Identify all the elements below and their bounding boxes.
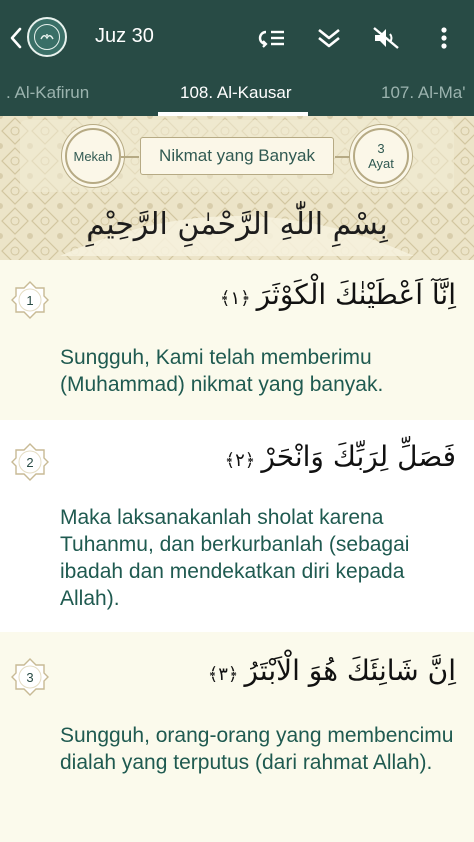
ayah-number-badge: 2: [10, 442, 50, 482]
ayah-card[interactable]: 3 اِنَّ شَانِئَكَ هُوَ الْاَبْتَرُ﴿٣﴾ Su…: [0, 632, 474, 842]
tab-al-kafirun[interactable]: . Al-Kafirun: [6, 83, 89, 103]
scroll-down-icon: [318, 28, 340, 48]
ayah-number: 3: [26, 669, 34, 685]
ayah-arabic-text: اِنَّآ اَعْطَيْنٰكَ الْكَوْثَرَ: [256, 278, 456, 311]
ayat-count-badge: 3 Ayat: [353, 128, 409, 184]
ayah-arabic: فَصَلِّ لِرَبِّكَ وَانْحَرْ﴿٢﴾: [219, 440, 456, 473]
tab-al-kausar[interactable]: 108. Al-Kausar: [180, 83, 292, 103]
ayah-translation: Sungguh, Kami telah memberimu (Muhammad)…: [60, 346, 384, 396]
revelation-place: Mekah: [73, 148, 113, 164]
ayah-number: 2: [26, 454, 34, 470]
surah-meaning-box: Nikmat yang Banyak: [121, 137, 353, 175]
tab-al-maun[interactable]: 107. Al-Ma': [381, 83, 466, 103]
ayah-number: 1: [26, 292, 34, 308]
ayah-number-badge: 3: [10, 657, 50, 697]
ayah-end-mark: ﴿٣﴾: [207, 664, 239, 685]
ayah-arabic: اِنَّ شَانِئَكَ هُوَ الْاَبْتَرُ﴿٣﴾: [202, 654, 456, 687]
ayah-translation: Sungguh, orang-orang yang membencimu dia…: [60, 724, 454, 774]
ayah-end-mark: ﴿٢﴾: [224, 450, 256, 471]
ayah-arabic-text: فَصَلِّ لِرَبِّكَ وَانْحَرْ: [261, 440, 456, 473]
ayah-arabic-text: اِنَّ شَانِئَكَ هُوَ الْاَبْتَرُ: [244, 654, 456, 687]
ayah-card[interactable]: 2 فَصَلِّ لِرَبِّكَ وَانْحَرْ﴿٢﴾ Maka la…: [0, 420, 474, 632]
repeat-list-button[interactable]: [254, 22, 288, 54]
repeat-list-icon: [258, 30, 284, 48]
app-bar: Juz 30: [0, 0, 474, 76]
back-icon: [10, 27, 22, 49]
more-button[interactable]: [427, 22, 461, 54]
more-icon: [441, 27, 447, 49]
scroll-down-button[interactable]: [312, 22, 346, 54]
revelation-place-badge: Mekah: [65, 128, 121, 184]
mute-button[interactable]: [369, 22, 403, 54]
ayah-translation: Maka laksanakanlah sholat karena Tuhanmu…: [60, 506, 410, 610]
basmala: بِسْمِ اللّٰهِ الرَّحْمٰنِ الرَّحِيْمِ: [86, 206, 388, 242]
page-title: Juz 30: [95, 25, 154, 47]
quran-logo-emblem: [34, 24, 60, 50]
back-button[interactable]: [4, 22, 28, 54]
ayah-end-mark: ﴿١﴾: [219, 288, 251, 309]
surah-meaning: Nikmat yang Banyak: [159, 146, 315, 165]
ayah-card[interactable]: 1 اِنَّآ اَعْطَيْنٰكَ الْكَوْثَرَ﴿١﴾ Sun…: [0, 260, 474, 420]
ayah-number-badge: 1: [10, 280, 50, 320]
mute-icon: [373, 27, 399, 49]
ayah-arabic: اِنَّآ اَعْطَيْنٰكَ الْكَوْثَرَ﴿١﴾: [214, 278, 456, 311]
surah-header: Mekah Nikmat yang Banyak 3 Ayat بِسْمِ ا…: [0, 116, 474, 260]
surah-tabs: . Al-Kafirun 108. Al-Kausar 107. Al-Ma': [0, 76, 474, 116]
ayat-count: 3: [377, 141, 385, 156]
quran-logo[interactable]: [27, 17, 67, 57]
ayat-label: Ayat: [368, 156, 394, 171]
